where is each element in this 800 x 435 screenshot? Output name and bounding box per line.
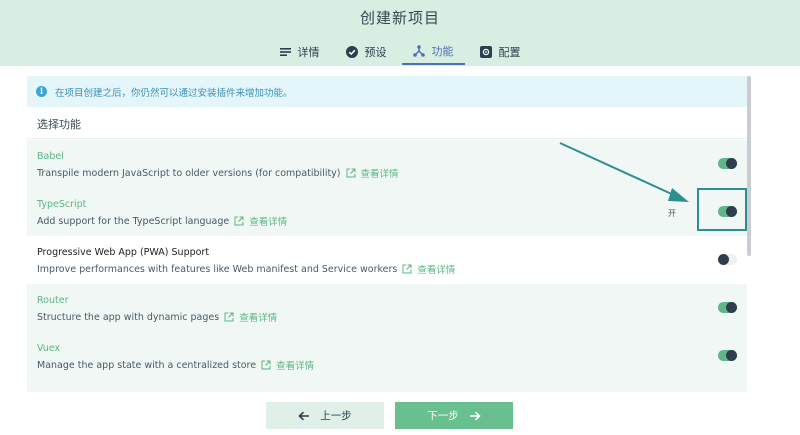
feature-description: Manage the app state with a centralized … <box>37 358 747 373</box>
info-tip: i 在项目创建之后，你仍然可以通过安装插件来增加功能。 <box>27 76 747 107</box>
toggle-switch[interactable] <box>718 350 737 361</box>
previous-button[interactable]: 上一步 <box>266 402 384 429</box>
feature-description: Transpile modern JavaScript to older ver… <box>37 166 747 181</box>
external-link-icon <box>224 312 234 322</box>
feature-name: Progressive Web App (PWA) Support <box>37 247 210 258</box>
next-button[interactable]: 下一步 <box>395 402 513 429</box>
previous-button-label: 上一步 <box>320 410 352 422</box>
tab-label: 详情 <box>297 45 320 59</box>
tab-features[interactable]: 功能 <box>401 38 465 65</box>
tab-bar: 详情 预设 功能 配置 <box>0 38 800 66</box>
detail-link[interactable]: 查看详情 <box>239 310 277 324</box>
toggle-switch[interactable] <box>718 158 737 169</box>
tab-label: 配置 <box>498 45 521 59</box>
toggle-knob <box>726 302 737 313</box>
detail-link[interactable]: 查看详情 <box>417 262 455 276</box>
external-link-icon <box>402 264 412 274</box>
tab-label: 预设 <box>364 45 387 59</box>
feature-pwa[interactable]: Progressive Web App (PWA) Support Improv… <box>27 236 747 284</box>
annotation-highlight-box <box>697 188 747 231</box>
toggle-switch[interactable] <box>718 254 737 265</box>
feature-description: Structure the app with dynamic pages 查看详… <box>37 310 747 325</box>
feature-name: Vuex <box>37 343 61 354</box>
feature-description-text: Improve performances with features like … <box>37 263 398 275</box>
external-link-icon <box>234 216 244 226</box>
feature-name: TypeScript <box>37 199 87 210</box>
arrow-right-icon <box>469 411 481 420</box>
feature-description-text: Transpile modern JavaScript to older ver… <box>37 167 341 179</box>
branch-icon <box>412 44 425 57</box>
feature-description-text: Structure the app with dynamic pages <box>37 311 220 323</box>
divider <box>27 138 747 139</box>
toggle-knob <box>726 350 737 361</box>
feature-vuex[interactable]: Vuex Manage the app state with a central… <box>27 332 747 392</box>
toggle-knob <box>718 254 729 265</box>
feature-name: Babel <box>37 151 64 162</box>
external-link-icon <box>346 168 356 178</box>
arrow-left-icon <box>298 411 310 420</box>
feature-typescript[interactable]: TypeScript Add support for the TypeScrip… <box>27 188 747 236</box>
feature-name: Router <box>37 295 69 306</box>
feature-description-text: Manage the app state with a centralized … <box>37 359 257 371</box>
info-icon: i <box>36 86 47 97</box>
scrollbar[interactable] <box>747 76 751 256</box>
gear-box-icon <box>479 45 492 58</box>
toggle-knob <box>726 158 737 169</box>
detail-link[interactable]: 查看详情 <box>276 358 314 372</box>
feature-description-text: Add support for the TypeScript language <box>37 215 230 227</box>
list-icon <box>279 47 291 56</box>
tab-config[interactable]: 配置 <box>469 38 532 65</box>
header: 创建新项目 详情 预设 功能 配置 <box>0 0 800 66</box>
feature-babel[interactable]: Babel Transpile modern JavaScript to old… <box>27 140 747 188</box>
tab-presets[interactable]: 预设 <box>335 38 398 65</box>
feature-description: Improve performances with features like … <box>37 262 747 277</box>
section-title: 选择功能 <box>37 118 81 131</box>
feature-description: Add support for the TypeScript language … <box>37 214 747 229</box>
tab-label: 功能 <box>431 44 454 58</box>
check-circle-icon <box>345 45 358 58</box>
tab-details[interactable]: 详情 <box>269 38 331 65</box>
detail-link[interactable]: 查看详情 <box>249 214 287 228</box>
external-link-icon <box>261 360 271 370</box>
tip-text: 在项目创建之后，你仍然可以通过安装插件来增加功能。 <box>55 87 293 99</box>
feature-router[interactable]: Router Structure the app with dynamic pa… <box>27 284 747 332</box>
page-title: 创建新项目 <box>359 9 440 27</box>
toggle-state-label: 开 <box>668 209 676 218</box>
toggle-switch[interactable] <box>718 302 737 313</box>
next-button-label: 下一步 <box>427 410 459 422</box>
detail-link[interactable]: 查看详情 <box>361 166 399 180</box>
feature-panel: i 在项目创建之后，你仍然可以通过安装插件来增加功能。 选择功能 Babel T… <box>27 70 747 392</box>
